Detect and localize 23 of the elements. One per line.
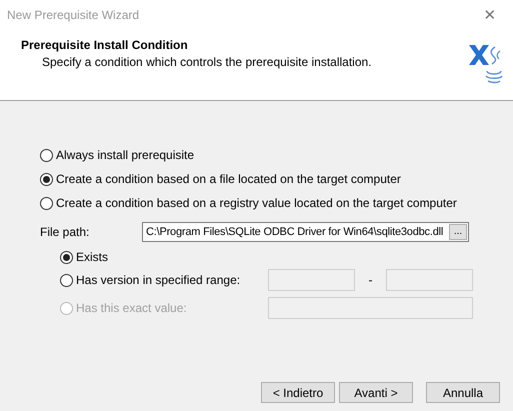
- radio-label: Has version in specified range:: [76, 273, 240, 287]
- radio-label: Always install prerequisite: [56, 148, 194, 162]
- radio-button[interactable]: [60, 274, 73, 286]
- radio-label: Create a condition based on a registry value located on the target computer: [56, 196, 457, 210]
- page-subtitle: Specify a condition which controls the prerequisite installation.: [41, 54, 372, 69]
- page-title: Prerequisite Install Condition: [21, 38, 189, 52]
- radio-label: Create a condition based on a file located on the target computer: [56, 172, 401, 186]
- radio-label: Has this exact value:: [76, 301, 187, 315]
- radio-label: Exists: [76, 250, 108, 264]
- back-button[interactable]: < Indietro: [261, 382, 335, 403]
- range-separator: -: [368, 273, 374, 287]
- radio-button[interactable]: [40, 148, 53, 162]
- browse-button[interactable]: ...: [449, 224, 467, 240]
- radio-button[interactable]: [40, 172, 53, 186]
- version-field[interactable]: [268, 269, 355, 291]
- version-field[interactable]: [386, 269, 473, 291]
- cancel-button[interactable]: Annulla: [426, 382, 500, 403]
- file-path-field[interactable]: C:\Program Files\SQLite ODBC Driver for Win64\sqlite3odbc.dll ...: [142, 222, 469, 242]
- window-title: New Prerequisite Wizard: [7, 8, 140, 22]
- field-label: File path:: [40, 225, 90, 239]
- radio-button[interactable]: [40, 196, 53, 210]
- radio-button[interactable]: [60, 250, 73, 264]
- next-button[interactable]: Avanti >: [339, 382, 413, 403]
